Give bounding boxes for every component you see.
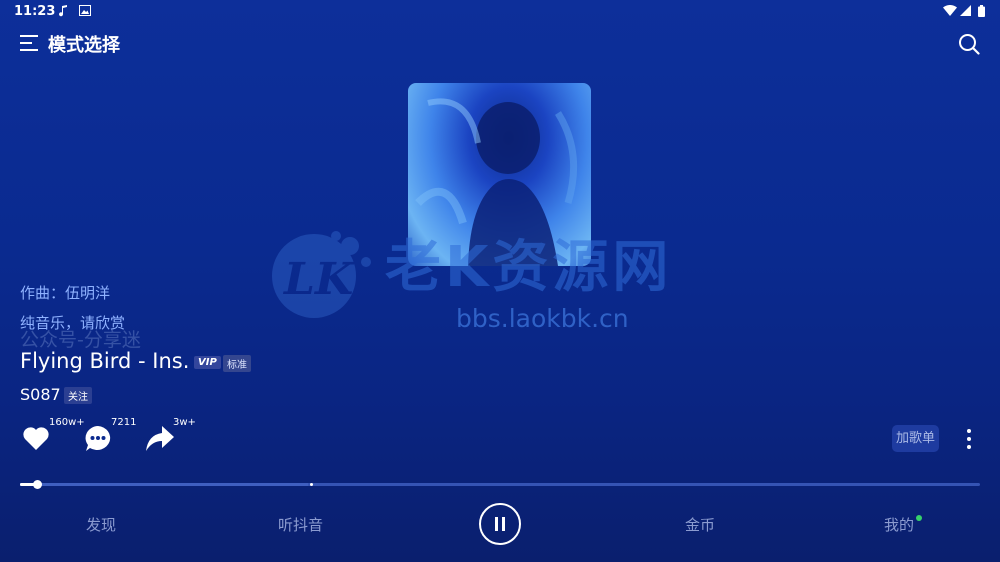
wifi-icon xyxy=(943,5,957,16)
watermark-logo: LK xyxy=(272,231,371,318)
description-text: 纯音乐，请欣赏 xyxy=(20,314,126,332)
vip-badge: VIP xyxy=(194,356,221,369)
battery-icon xyxy=(978,5,985,17)
more-vertical-icon[interactable] xyxy=(963,428,975,450)
status-time: 11:23 xyxy=(14,4,56,19)
heart-icon[interactable] xyxy=(22,425,50,451)
nav-item-discover[interactable]: 发现 xyxy=(86,514,116,535)
nav-item-coins[interactable]: 金币 xyxy=(685,514,715,535)
svg-text:LK: LK xyxy=(282,254,355,305)
progress-buffer xyxy=(20,483,308,486)
notification-dot xyxy=(916,515,922,521)
search-icon[interactable] xyxy=(958,33,980,55)
page-title: 模式选择 xyxy=(48,35,120,56)
cellular-signal-icon xyxy=(960,5,971,16)
artist-name[interactable]: S087 xyxy=(20,385,61,404)
nav-item-listen[interactable]: 听抖音 xyxy=(278,514,323,535)
buffer-marker xyxy=(310,483,313,486)
like-count: 160w+ xyxy=(49,417,85,428)
share-count: 3w+ xyxy=(173,417,196,428)
pause-icon xyxy=(495,517,505,531)
comment-count: 7211 xyxy=(111,417,137,428)
song-title: Flying Bird - Ins. xyxy=(20,349,190,373)
music-notification-icon xyxy=(59,5,67,17)
share-icon[interactable] xyxy=(145,425,175,452)
nav-item-mine[interactable]: 我的 xyxy=(884,514,914,535)
pause-button[interactable] xyxy=(479,503,521,545)
comment-icon[interactable] xyxy=(84,425,112,453)
follow-button[interactable]: 关注 xyxy=(64,387,92,404)
image-notification-icon xyxy=(79,5,91,16)
add-to-playlist-button[interactable]: 加歌单 xyxy=(892,425,939,452)
watermark-url: bbs.laokbk.cn xyxy=(456,304,629,333)
menu-icon[interactable] xyxy=(20,34,40,52)
composer-text: 作曲：伍明洋 xyxy=(20,284,111,302)
watermark-text: 老K资源网 xyxy=(385,235,673,300)
progress-knob[interactable] xyxy=(32,480,42,489)
quality-badge[interactable]: 标准 xyxy=(223,355,251,372)
